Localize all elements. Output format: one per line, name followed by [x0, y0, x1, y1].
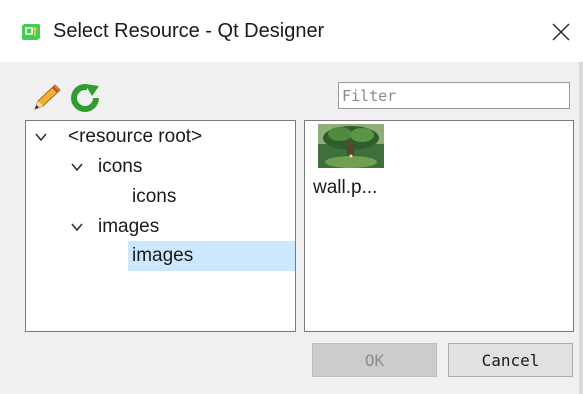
ok-button[interactable]: OK [312, 343, 437, 377]
tree-item-label: icons [98, 156, 143, 177]
close-button[interactable] [545, 16, 577, 48]
qt-designer-app-icon [22, 24, 40, 40]
tree-item-images-folder[interactable]: images [26, 213, 295, 241]
select-resource-dialog: Select Resource - Qt Designer <resource … [0, 0, 583, 394]
chevron-down-icon[interactable] [70, 160, 84, 174]
resource-tree[interactable]: <resource root> icons icons images image… [25, 120, 296, 332]
window-border [579, 62, 583, 394]
resource-file-list[interactable]: wall.p... [304, 120, 574, 332]
tree-item-label: images [132, 245, 194, 266]
chevron-down-icon[interactable] [34, 130, 48, 144]
tree-item-images-prefix[interactable]: images [128, 241, 295, 271]
tree-item-icons-folder[interactable]: icons [26, 153, 295, 181]
window-title: Select Resource - Qt Designer [53, 20, 325, 42]
pencil-icon[interactable] [31, 82, 63, 112]
tree-item-label: images [98, 216, 160, 237]
reload-icon[interactable] [70, 82, 102, 112]
chevron-down-icon[interactable] [70, 220, 84, 234]
file-item[interactable]: wall.p... [305, 121, 405, 211]
tree-item-label: <resource root> [68, 126, 203, 147]
tree-item-label: icons [132, 186, 177, 207]
file-item-label: wall.p... [313, 177, 378, 198]
tree-item-icons-prefix[interactable]: icons [26, 183, 295, 211]
tree-item-resource-root[interactable]: <resource root> [26, 123, 295, 151]
cancel-button[interactable]: Cancel [448, 343, 573, 377]
close-icon [552, 23, 570, 41]
filter-input[interactable] [338, 82, 570, 109]
title-bar: Select Resource - Qt Designer [0, 0, 583, 62]
tree-landscape-thumbnail[interactable] [318, 124, 384, 168]
